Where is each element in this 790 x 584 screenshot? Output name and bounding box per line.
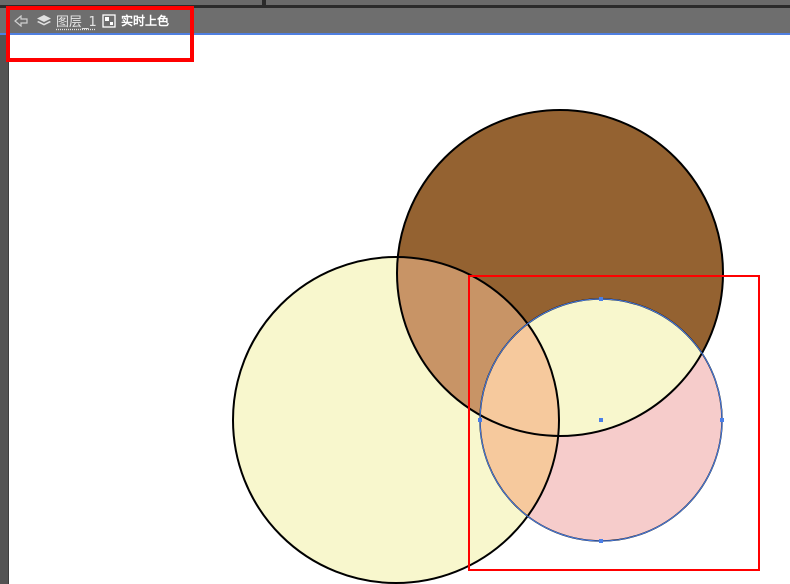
anchor-point-right[interactable] (720, 418, 724, 422)
anchor-point-left[interactable] (478, 418, 482, 422)
anchor-point-top[interactable] (599, 297, 603, 301)
artwork (232, 109, 760, 584)
anchor-point-bottom[interactable] (599, 539, 603, 543)
center-point[interactable] (599, 418, 603, 422)
annotation-highlight-box (6, 6, 194, 62)
